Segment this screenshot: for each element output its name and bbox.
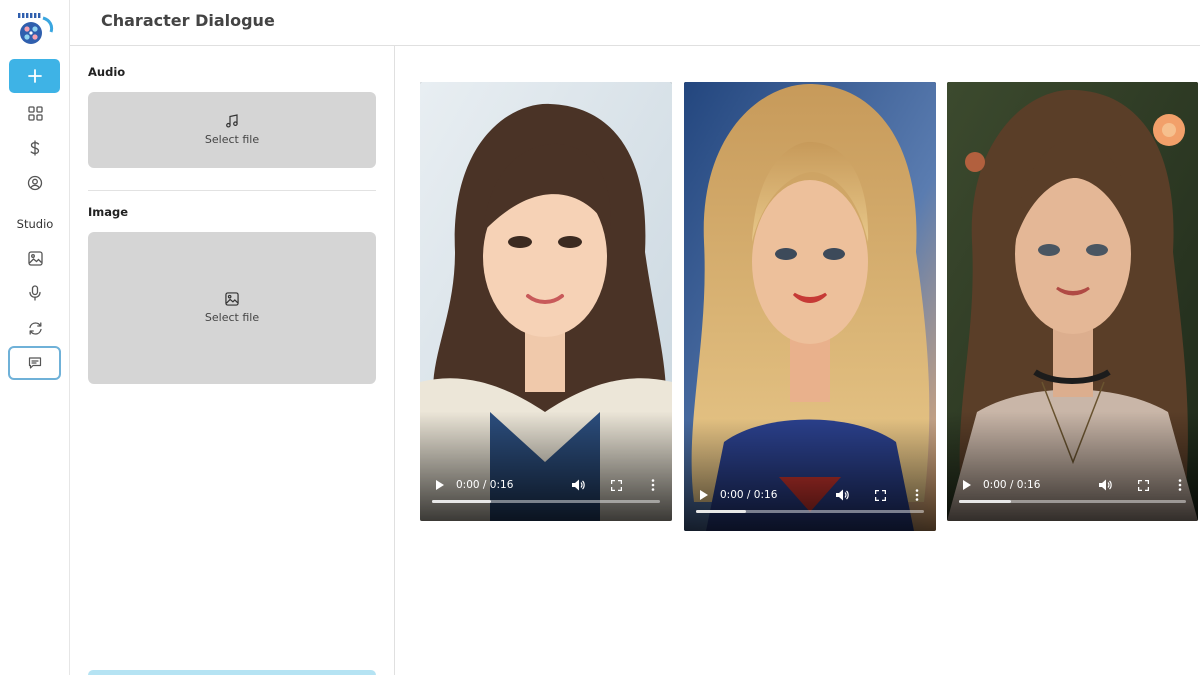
play-icon <box>699 490 708 500</box>
refresh-icon <box>28 321 42 335</box>
image-dropzone[interactable]: Select file <box>88 232 376 384</box>
play-button[interactable] <box>432 478 446 492</box>
video-time: 0:00 / 0:16 <box>983 479 1041 491</box>
fullscreen-button[interactable] <box>609 478 623 492</box>
video-player[interactable]: 0:00 / 0:16 <box>684 82 936 531</box>
more-vertical-icon <box>651 479 655 491</box>
fullscreen-button[interactable] <box>1136 478 1150 492</box>
app-logo[interactable] <box>16 12 54 46</box>
sidebar-item-image-studio[interactable] <box>25 248 45 268</box>
play-icon <box>962 480 971 490</box>
volume-icon <box>571 479 585 491</box>
audio-label: Audio <box>88 65 126 79</box>
play-icon <box>435 480 444 490</box>
image-icon <box>225 292 239 306</box>
video-time: 0:00 / 0:16 <box>720 489 778 501</box>
microphone-icon <box>29 285 41 301</box>
mute-button[interactable] <box>571 478 585 492</box>
studio-label: Studio <box>16 217 54 231</box>
new-button[interactable] <box>9 59 60 93</box>
grid-icon <box>27 105 43 121</box>
more-vertical-icon <box>915 489 919 501</box>
input-panel: Audio Select file Image Select file <box>70 46 395 675</box>
audio-dropzone[interactable]: Select file <box>88 92 376 168</box>
image-label: Image <box>88 205 129 219</box>
user-circle-icon <box>27 175 43 191</box>
divider <box>88 190 376 191</box>
fullscreen-icon <box>610 479 622 491</box>
seek-bar[interactable] <box>696 510 924 513</box>
play-button[interactable] <box>696 488 710 502</box>
sidebar-item-character-dialogue[interactable] <box>8 346 61 380</box>
volume-icon <box>835 489 849 501</box>
seek-bar[interactable] <box>432 500 660 503</box>
dollar-icon <box>30 140 40 156</box>
sidebar-item-voice-studio[interactable] <box>25 283 45 303</box>
image-icon <box>27 250 43 266</box>
video-controls: 0:00 / 0:16 <box>684 477 936 517</box>
seek-bar-fill <box>959 500 1012 503</box>
video-controls: 0:00 / 0:16 <box>947 467 1198 507</box>
image-dropzone-text: Select file <box>204 311 260 324</box>
sidebar-item-dashboard[interactable] <box>25 103 45 123</box>
more-options-button[interactable] <box>910 488 924 502</box>
more-options-button[interactable] <box>646 478 660 492</box>
more-options-button[interactable] <box>1173 478 1187 492</box>
video-thumbnail <box>420 82 672 521</box>
fullscreen-icon <box>874 489 886 501</box>
seek-bar[interactable] <box>959 500 1186 503</box>
seek-bar-fill <box>696 510 747 513</box>
seek-bar-fill <box>432 500 492 503</box>
audio-dropzone-text: Select file <box>204 133 260 146</box>
page-title: Character Dialogue <box>101 11 275 30</box>
more-vertical-icon <box>1178 479 1182 491</box>
header: Character Dialogue <box>70 0 1200 46</box>
music-note-icon <box>226 114 238 128</box>
generate-button[interactable] <box>88 670 376 675</box>
sidebar-item-swap-studio[interactable] <box>25 318 45 338</box>
chat-icon <box>28 357 41 369</box>
fullscreen-icon <box>1137 479 1149 491</box>
sidebar-item-account[interactable] <box>25 173 45 193</box>
plus-icon <box>27 69 42 83</box>
video-thumbnail <box>947 82 1198 521</box>
mute-button[interactable] <box>835 488 849 502</box>
video-time: 0:00 / 0:16 <box>456 479 514 491</box>
video-thumbnail <box>684 82 936 531</box>
video-player[interactable]: 0:00 / 0:16 <box>420 82 672 521</box>
play-button[interactable] <box>959 478 973 492</box>
volume-icon <box>1098 479 1112 491</box>
video-controls: 0:00 / 0:16 <box>420 467 672 507</box>
fullscreen-button[interactable] <box>873 488 887 502</box>
video-player[interactable]: 0:00 / 0:16 <box>947 82 1198 521</box>
app-root: Studio Character Dialogue Audio Select f… <box>0 0 1200 675</box>
sidebar: Studio <box>0 0 70 675</box>
sidebar-item-pricing[interactable] <box>25 138 45 158</box>
mute-button[interactable] <box>1098 478 1112 492</box>
